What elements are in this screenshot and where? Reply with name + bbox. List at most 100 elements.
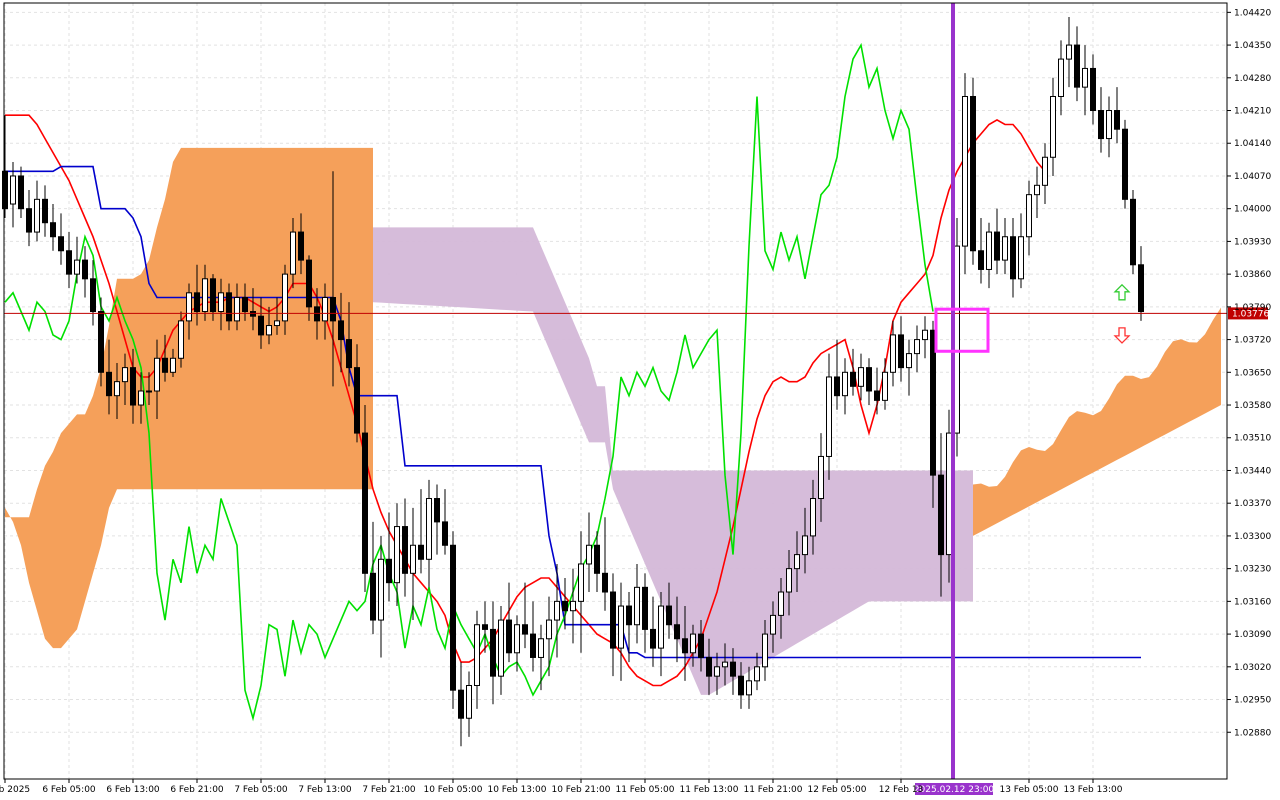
candle-body-bull xyxy=(1034,184,1040,196)
candle-body-bull xyxy=(890,334,896,373)
candle-body-bull xyxy=(986,231,992,270)
candle-body-bear xyxy=(970,95,976,252)
candle-body-bull xyxy=(10,175,16,205)
candle-body-bear xyxy=(610,591,616,649)
candle-body-bull xyxy=(218,292,224,313)
y-tick-label: 1.02950 xyxy=(1234,696,1271,706)
candle-body-bull xyxy=(154,357,160,392)
candle-body-bull xyxy=(794,554,800,570)
candle-body-bear xyxy=(682,638,688,654)
candle-body-bull xyxy=(34,198,40,233)
y-tick-label: 1.04420 xyxy=(1234,8,1271,18)
candle-body-bear xyxy=(642,586,648,630)
candle-body-bear xyxy=(698,633,704,658)
y-tick-label: 1.03860 xyxy=(1234,270,1271,280)
y-tick-label: 1.03370 xyxy=(1234,499,1271,509)
candle-body-bear xyxy=(530,633,536,658)
y-tick-label: 1.03300 xyxy=(1234,532,1271,542)
candle-body-bear xyxy=(1074,44,1080,88)
candle-body-bull xyxy=(1050,95,1056,158)
candle-body-bear xyxy=(26,208,32,233)
candle-body-bear xyxy=(834,376,840,397)
candle-body-bull xyxy=(1066,44,1072,60)
candle-body-bull xyxy=(426,498,432,560)
candle-body-bull xyxy=(762,633,768,668)
candle-body-bull xyxy=(1002,236,1008,261)
candle-body-bull xyxy=(578,563,584,602)
candle-body-bull xyxy=(122,367,128,383)
candle-body-bear xyxy=(90,278,96,313)
candle-body-bull xyxy=(378,558,384,621)
candle-body-bear xyxy=(666,605,672,626)
candle-body-bear xyxy=(418,544,424,560)
candle-body-bear xyxy=(706,656,712,677)
candle-body-bull xyxy=(410,544,416,574)
candle-body-bull xyxy=(858,367,864,387)
y-tick-label: 1.02880 xyxy=(1234,728,1271,738)
candle-body-bear xyxy=(562,600,568,612)
candle-body-bull xyxy=(810,498,816,537)
candle-body-bull xyxy=(186,292,192,322)
y-tick-label: 1.03440 xyxy=(1234,466,1271,476)
candle-body-bear xyxy=(674,624,680,640)
candle-body-bear xyxy=(258,315,264,336)
candle-body-bear xyxy=(938,474,944,556)
candle-body-bear xyxy=(490,628,496,677)
x-tick-label: 7 Feb 21:00 xyxy=(362,785,416,795)
candle-body-bear xyxy=(346,339,352,369)
candle-body-bear xyxy=(458,689,464,719)
candle-body-bull xyxy=(1018,236,1024,280)
y-tick-label: 1.03090 xyxy=(1234,630,1271,640)
candle-body-bull xyxy=(74,259,80,275)
candle-body-bull xyxy=(922,329,928,341)
candle xyxy=(954,218,960,457)
y-tick-label: 1.04210 xyxy=(1234,107,1271,117)
x-tick-label: 11 Feb 13:00 xyxy=(679,785,738,795)
y-tick-label: 1.03650 xyxy=(1234,368,1271,378)
candle-body-bear xyxy=(1090,67,1096,112)
candle-body-bull xyxy=(394,526,400,584)
y-tick-label: 1.04070 xyxy=(1234,172,1271,182)
candle-body-bull xyxy=(882,371,888,401)
x-tick-label: 10 Feb 21:00 xyxy=(551,785,610,795)
candle-body-bull xyxy=(538,638,544,658)
candle-body-bear xyxy=(50,222,56,238)
candle-body-bear xyxy=(594,544,600,574)
candle-body-bull xyxy=(818,455,824,500)
candle xyxy=(450,531,456,709)
y-tick-label: 1.03510 xyxy=(1234,434,1271,444)
candle-body-bull xyxy=(842,371,848,397)
y-tick-label: 1.03020 xyxy=(1234,663,1271,673)
candle-body-bear xyxy=(1010,236,1016,280)
candle-body-bull xyxy=(746,680,752,696)
candle-body-bear xyxy=(386,558,392,584)
candle-body-bull xyxy=(722,661,728,668)
candle-body-bear xyxy=(2,170,8,210)
y-tick-label: 1.04280 xyxy=(1234,74,1271,84)
candle-body-bull xyxy=(802,535,808,556)
x-tick-label: 5 Feb 2025 xyxy=(0,785,30,795)
candle xyxy=(970,77,976,265)
candle-body-bull xyxy=(778,591,784,616)
candle-body-bear xyxy=(450,544,456,691)
candle-body-bear xyxy=(42,198,48,224)
candle-body-bear xyxy=(1114,110,1120,130)
candle-body-bear xyxy=(1122,128,1128,200)
candle-body-bear xyxy=(106,371,112,397)
candle-body-bull xyxy=(322,297,328,322)
candlestick-chart: 1.037762025.02.12 23:00 1.044201.043501.… xyxy=(0,0,1280,800)
candle-body-bear xyxy=(194,292,200,313)
candle-body-bear xyxy=(1138,264,1144,313)
candle-body-bull xyxy=(618,605,624,649)
candle-body-bear xyxy=(442,521,448,546)
candle-body-bull xyxy=(658,605,664,649)
candle-body-bull xyxy=(114,381,120,397)
candle-body-bull xyxy=(1042,156,1048,186)
candle-body-bear xyxy=(650,628,656,649)
candle-body-bull xyxy=(514,624,520,654)
candle-body-bear xyxy=(330,297,336,322)
candle-body-bull xyxy=(586,544,592,565)
candle-body-bear xyxy=(434,498,440,523)
candle-body-bear xyxy=(242,297,248,313)
vertical-marker-label: 2025.02.12 23:00 xyxy=(914,785,995,795)
